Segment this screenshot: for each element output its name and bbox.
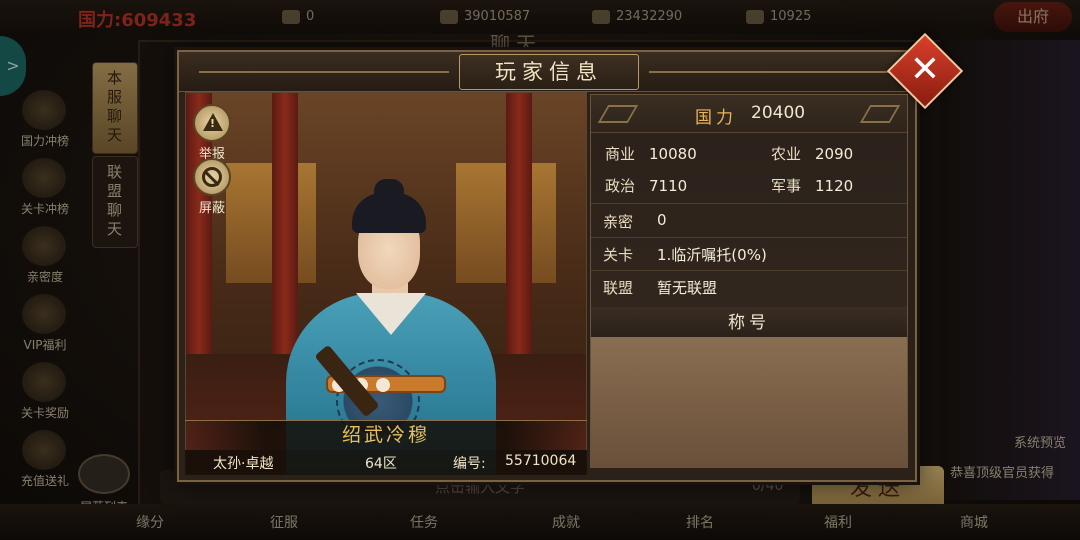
report-button[interactable]: 举报 xyxy=(190,104,234,162)
player-info-strip: 太孙·卓越 64区 编号: 55710064 xyxy=(185,450,587,475)
character-hat-top xyxy=(374,179,404,201)
alliance-value: 暂无联盟 xyxy=(657,279,718,297)
divider xyxy=(591,270,907,271)
divider xyxy=(591,203,907,204)
stat-military: 军事 1120 xyxy=(771,177,854,195)
stage-value: 1.临沂嘱托(0%) xyxy=(657,246,767,264)
modal-title: 玩家信息 xyxy=(459,54,639,90)
hall-window xyxy=(226,163,316,283)
title-header: 称号 xyxy=(591,307,907,339)
divider xyxy=(591,237,907,238)
player-server: 64区 xyxy=(365,456,397,472)
player-portrait xyxy=(185,92,587,475)
power-label: 国力 xyxy=(695,108,737,128)
block-button[interactable]: 屏蔽 xyxy=(190,158,234,216)
block-ring xyxy=(193,158,231,196)
player-id-value: 55710064 xyxy=(505,453,577,469)
player-name: 绍武冷穆 xyxy=(185,420,587,450)
intimacy-label: 亲密 xyxy=(603,213,634,231)
diamond-ornament-icon xyxy=(597,105,639,123)
modal-header: 玩家信息 xyxy=(179,52,915,92)
power-value: 20400 xyxy=(751,103,806,123)
player-id-label: 编号: xyxy=(453,456,486,472)
stat-agriculture: 农业 2090 xyxy=(771,145,854,163)
stage-label: 关卡 xyxy=(603,246,634,264)
header-divider xyxy=(649,71,899,73)
warning-icon xyxy=(203,113,223,131)
diamond-ornament-icon xyxy=(859,105,901,123)
close-icon: ✕ xyxy=(909,49,941,90)
intimacy-value: 0 xyxy=(657,211,667,229)
power-row: 国力 20400 xyxy=(591,95,907,133)
block-icon xyxy=(202,167,222,187)
title-list-area xyxy=(591,337,907,467)
stat-commerce: 商业 10080 xyxy=(605,145,697,163)
header-divider xyxy=(199,71,449,73)
alliance-label: 联盟 xyxy=(603,279,634,297)
player-stats-panel: 国力 20400 商业 10080 农业 2090 政治 7110 军事 1120 亲密… xyxy=(590,94,908,468)
player-rank: 太孙·卓越 xyxy=(213,456,274,472)
stat-politics: 政治 7110 xyxy=(605,177,688,195)
report-ring xyxy=(193,104,231,142)
